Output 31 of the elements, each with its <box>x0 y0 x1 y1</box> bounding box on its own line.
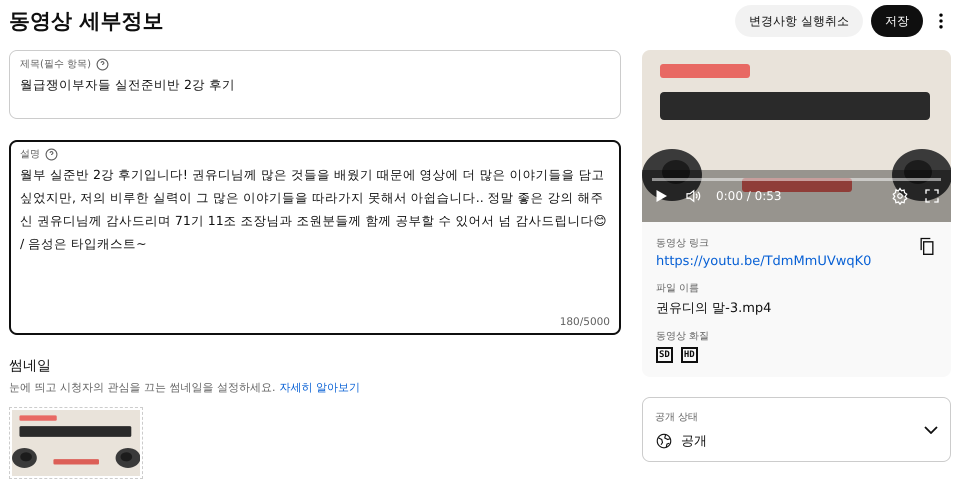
help-icon[interactable] <box>96 58 109 70</box>
learn-more-link[interactable]: 자세히 알아보기 <box>279 380 360 395</box>
description-field[interactable]: 설명 월부 실준반 2강 후기입니다! 권유디님께 많은 것들을 배웠기 때문에 영상에 더 많은 이야기들을 담고 싶었지만, 저의 비루한 실력이 그 많은 이야기들을 따라가지 못해서 아쉽습니다.. 정말 좋은 강의 해주신 권유디님께 감사드리며 71기 11조 조장님과 조원분들께 함께 공부할 수 있어서 넘 감사드립니다😊 / 음성은 타입캐스트~ 180/5000 <box>9 140 621 335</box>
visibility-value: 공개 <box>681 432 707 450</box>
title-field[interactable]: 제목(필수 항목) 월급쟁이부자들 실전준비반 2강 후기 <box>9 50 621 119</box>
detail-label: 동영상 링크 <box>656 237 710 250</box>
character-counter: 180/5000 <box>560 316 610 328</box>
undo-changes-button[interactable]: 변경사항 실행취소 <box>735 5 863 37</box>
detail-label: 동영상 화질 <box>656 330 710 343</box>
field-label: 설명 <box>20 148 40 161</box>
section-title: 썸네일 <box>9 357 52 375</box>
page-title: 동영상 세부정보 <box>9 8 164 35</box>
globe-icon <box>655 432 673 450</box>
visibility-dropdown[interactable]: 공개 상태 공개 <box>642 397 951 462</box>
field-label: 제목(필수 항목) <box>20 58 91 71</box>
chevron-down-icon <box>924 426 938 434</box>
dropdown-label: 공개 상태 <box>655 410 700 424</box>
video-time: 0:00 / 0:53 <box>716 189 783 203</box>
fullscreen-icon[interactable] <box>923 187 941 205</box>
help-icon[interactable] <box>45 148 58 160</box>
volume-icon[interactable] <box>684 187 702 205</box>
file-name: 권유디의 말-3.mp4 <box>656 300 772 317</box>
quality-badge: SD <box>656 347 673 363</box>
quality-badge: HD <box>680 347 698 363</box>
title-value: 월급쟁이부자들 실전준비반 2강 후기 <box>20 76 236 94</box>
save-button[interactable]: 저장 <box>871 5 923 37</box>
section-description: 눈에 띄고 시청자의 관심을 끄는 썸네일을 설정하세요. <box>9 380 276 395</box>
description-value: 월부 실준반 2강 후기입니다! 권유디님께 많은 것들을 배웠기 때문에 영상에 더 많은 이야기들을 담고 싶었지만, 저의 비루한 실력이 그 많은 이야기들을 따라가지 못해서 아쉽습니다.. 정말 좋은 강의 해주신 권유디님께 감사드리며 71기 11조 조장님과 조원분들께 함께 공부할 수 있어서 넘 감사드립니다😊 / 음성은 타입캐스트~ <box>20 166 608 253</box>
detail-label: 파일 이름 <box>656 282 700 295</box>
video-link[interactable]: https://youtu.be/TdmMmUVwqK0 <box>656 254 872 269</box>
settings-icon[interactable] <box>891 187 909 205</box>
